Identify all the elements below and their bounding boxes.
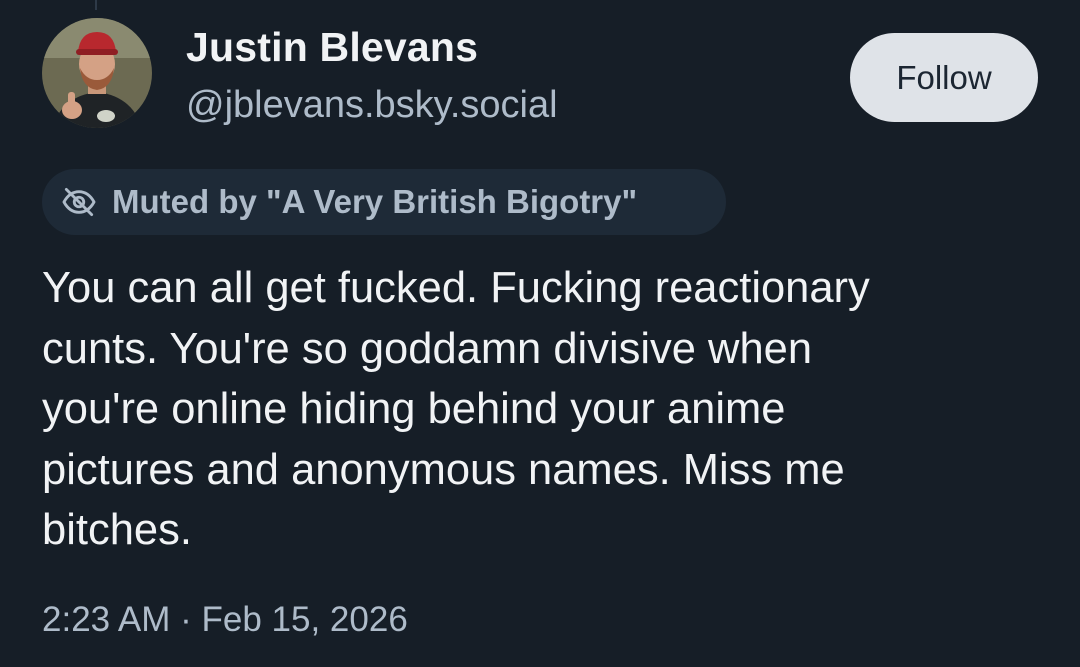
follow-button[interactable]: Follow [850,33,1038,122]
thread-connector-line [95,0,97,10]
eye-slash-icon [60,183,98,221]
avatar[interactable] [42,18,152,128]
avatar-image [42,18,152,128]
post-timestamp: 2:23 AM · Feb 15, 2026 [42,600,408,639]
author-display-name[interactable]: Justin Blevans [186,24,478,71]
muted-by-label: Muted by "A Very British Bigotry" [112,183,638,220]
author-handle[interactable]: @jblevans.bsky.social [186,84,558,127]
post-body-text: You can all get fucked. Fucking reaction… [42,264,870,554]
muted-by-list-badge[interactable]: Muted by "A Very British Bigotry" [42,169,726,235]
